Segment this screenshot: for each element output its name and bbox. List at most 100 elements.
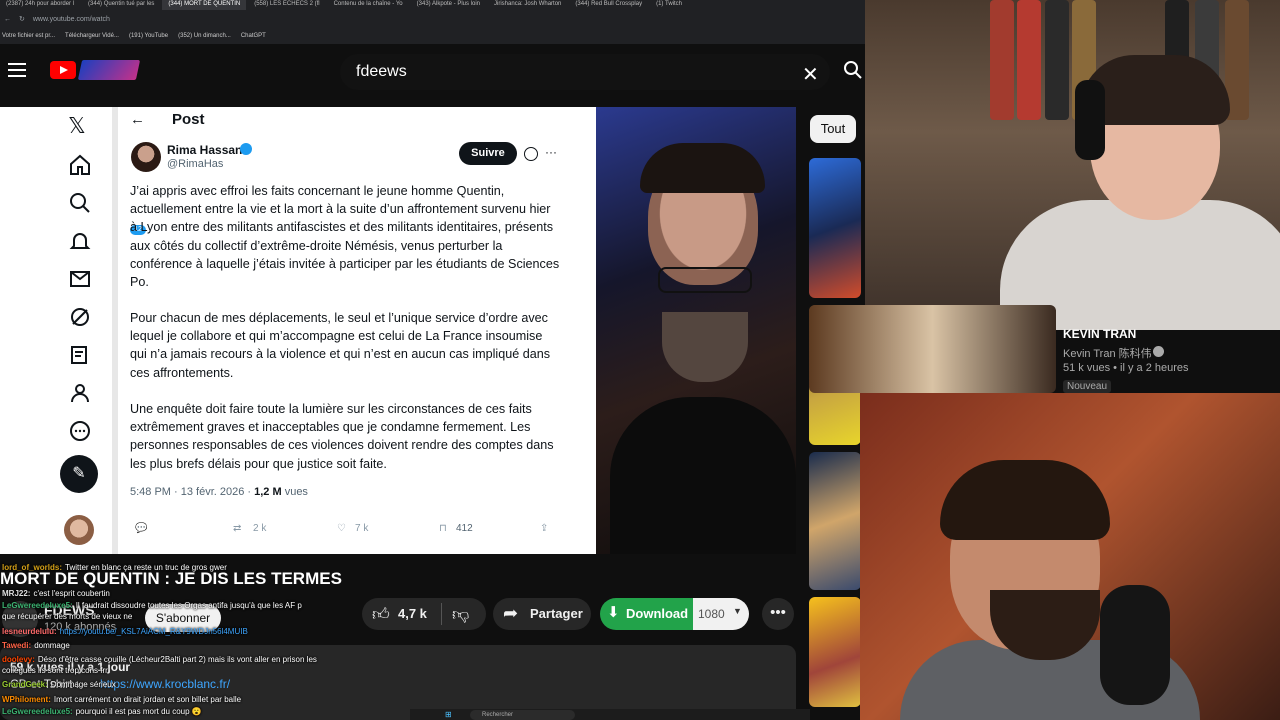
share-label[interactable]: Partager [530,606,583,621]
browser-tab[interactable]: Jirishanca: Josh Wharton [488,0,567,10]
browser-tab[interactable]: Contenu de la chaîne - Yo [328,0,409,10]
chat-text: Il faudrait dissoudre toutes les Orgas a… [75,601,302,610]
download-label[interactable]: Download [626,606,688,621]
windows-start-icon[interactable]: ⊞ [445,710,452,719]
download-arrow-icon[interactable]: ⬇ [607,603,620,621]
url-text[interactable]: www.youtube.com/watch [33,16,110,23]
youtube-header: fdeews ✕ [0,44,865,100]
chat-message: lord_of_worlds: Twitter en blanc ça reste… [2,563,227,573]
messages-icon [70,271,90,287]
post-paragraph: Pour chacun de mes déplacements, le seul… [130,311,551,380]
like-thumb-icon[interactable]: 👍︎ [372,604,390,625]
back-arrow-icon: ← [130,111,145,128]
repost-icon: ⇄ [233,523,242,534]
recommended-title[interactable]: KEVIN TRAN [1063,327,1136,341]
bookmark-item[interactable]: ChatGPT [241,33,266,39]
post-timestamp: 5:48 PM · 13 févr. 2026 · 1,2 M vues [130,486,308,498]
browser-tab[interactable]: (344) Quentin tué par les [82,0,160,10]
profile-icon [71,384,89,403]
streamer-glasses [658,267,752,293]
like-count[interactable]: 4,7 k [398,606,427,621]
chat-message: lesneurdelulu: https://youtu.be/_KSL7AiAC… [2,627,248,637]
address-bar[interactable]: ← ↻ www.youtube.com/watch [0,10,865,28]
verified-badge-icon [240,143,252,155]
chat-message: que récupérer des morts de vieux ne [2,612,132,622]
divider [112,107,118,554]
user-avatar [64,515,94,545]
headset [1075,80,1105,160]
chat-message: doolevy: Déso d'être casse couille (Léche… [2,655,317,665]
browser-tab[interactable]: (558) LES ECHECS 2 (fl [248,0,325,10]
search-query-text[interactable]: fdeews [356,63,407,81]
bookmark-item[interactable]: (191) YouTube [129,33,168,39]
browser-tab[interactable]: (344) Red Bull Crossplay [569,0,648,10]
recommended-thumbnail[interactable] [809,597,861,707]
youtube-logo[interactable] [50,61,76,79]
search-icon[interactable] [843,60,863,80]
chat-text: Déso d'être casse couille (Lécheur2Balti… [37,655,317,664]
like-heart-icon: ♡ [337,523,346,534]
recommended-meta: 51 k vues • il y a 2 heures [1063,362,1189,374]
chat-text: c'est l'esprit coubertin [33,589,110,598]
browser-side-panel [0,107,26,554]
bookmark-item[interactable]: Votre fichier est pr... [2,33,55,39]
description-link[interactable]: https://www.krocblanc.fr/ [100,677,230,691]
share-icon: ⇪ [540,523,549,534]
bookmark-item[interactable]: Téléchargeur Vidé... [65,33,119,39]
chat-text: pourquoi il est pas mort du coup 😮 [75,707,202,716]
streamer-hair [640,143,765,193]
compose-list-icon [71,346,87,364]
chat-username: lesneurdelulu: [2,627,57,636]
filter-chip-all[interactable]: Tout [810,115,856,143]
verified-check-icon [1153,346,1164,357]
chevron-down-icon[interactable]: ▼ [733,606,742,616]
author-name: Rima Hassan [167,143,243,157]
post-paragraph: J’ai appris avec effroi les faits concer… [130,184,560,290]
dislike-thumb-icon[interactable]: 👎︎ [452,604,469,625]
chat-username: doolevy: [2,655,35,664]
home-icon [70,154,90,175]
recommended-thumbnail[interactable] [809,158,861,298]
grok-icon [71,308,89,326]
browser-tab-active[interactable]: (344) MORT DE QUENTIN [162,0,247,10]
author-handle: @RimaHas [167,158,224,170]
bookmark-item[interactable]: (352) Un dimanch... [178,33,231,39]
chat-username: WPhiloment: [2,695,51,704]
bookmarks-bar: Votre fichier est pr... Téléchargeur Vid… [0,28,865,44]
recommended-channel[interactable]: Kevin Tran 陈科伟 [1063,345,1152,361]
browser-tab-bar: (2387) 24h pour aborder l (344) Quentin … [0,0,865,10]
chat-message: WPhiloment: Imort carrément on dirait jor… [2,695,241,705]
notifications-bell-icon [69,233,91,249]
post-actions: 💬 ⇄ 2 k ♡ 7 k ⊓ 412 ⇪ [130,521,560,541]
share-arrow-icon[interactable]: ➦ [503,603,518,624]
chat-text: dommage [34,641,70,650]
channel-brand-logo [77,60,141,80]
clear-search-icon[interactable]: ✕ [802,62,819,87]
chat-text: Imort carrément on dirait jordan et son … [53,695,242,704]
recommended-thumbnail[interactable] [809,305,1056,393]
follow-button: Suivre [459,142,517,165]
chat-username: LeGwereedeluxe5: [2,707,73,716]
chat-username: MRJ22: [2,589,31,598]
explore-search-icon [70,193,90,213]
back-icon[interactable]: ← [4,16,11,23]
search-input[interactable] [340,54,830,90]
post-header-title: Post [172,111,205,128]
chat-text: Dommage sérieux [50,680,116,689]
compose-post-icon: ✎ [60,455,98,493]
x-post-screenshot: 𝕏 12 ✎ ← Post Rima Hassan @RimaHas Suivr… [0,107,596,554]
chat-message: GrandGeek: Dommage sérieux [2,680,116,690]
reload-icon[interactable]: ↻ [19,15,25,23]
browser-tab[interactable]: (2387) 24h pour aborder l [0,0,80,10]
browser-tab[interactable]: (1) Twitch [650,0,688,10]
chat-text: Twitter en blanc ça reste un truc de gro… [65,563,227,572]
recommended-thumbnail[interactable] [809,452,861,590]
browser-tab[interactable]: (343) Alkpote - Plus loin [411,0,486,10]
chat-message: LeGwereedeluxe5: pourquoi il est pas mort… [2,707,202,717]
new-badge: Nouveau [1063,380,1112,393]
hamburger-menu-icon[interactable] [8,63,26,77]
video-player[interactable]: 𝕏 12 ✎ ← Post Rima Hassan @RimaHas Suivr… [0,107,796,554]
chat-username: lord_of_worlds: [2,563,63,572]
more-actions-icon[interactable]: ••• [762,598,794,630]
taskbar-search[interactable]: Rechercher [470,710,575,720]
